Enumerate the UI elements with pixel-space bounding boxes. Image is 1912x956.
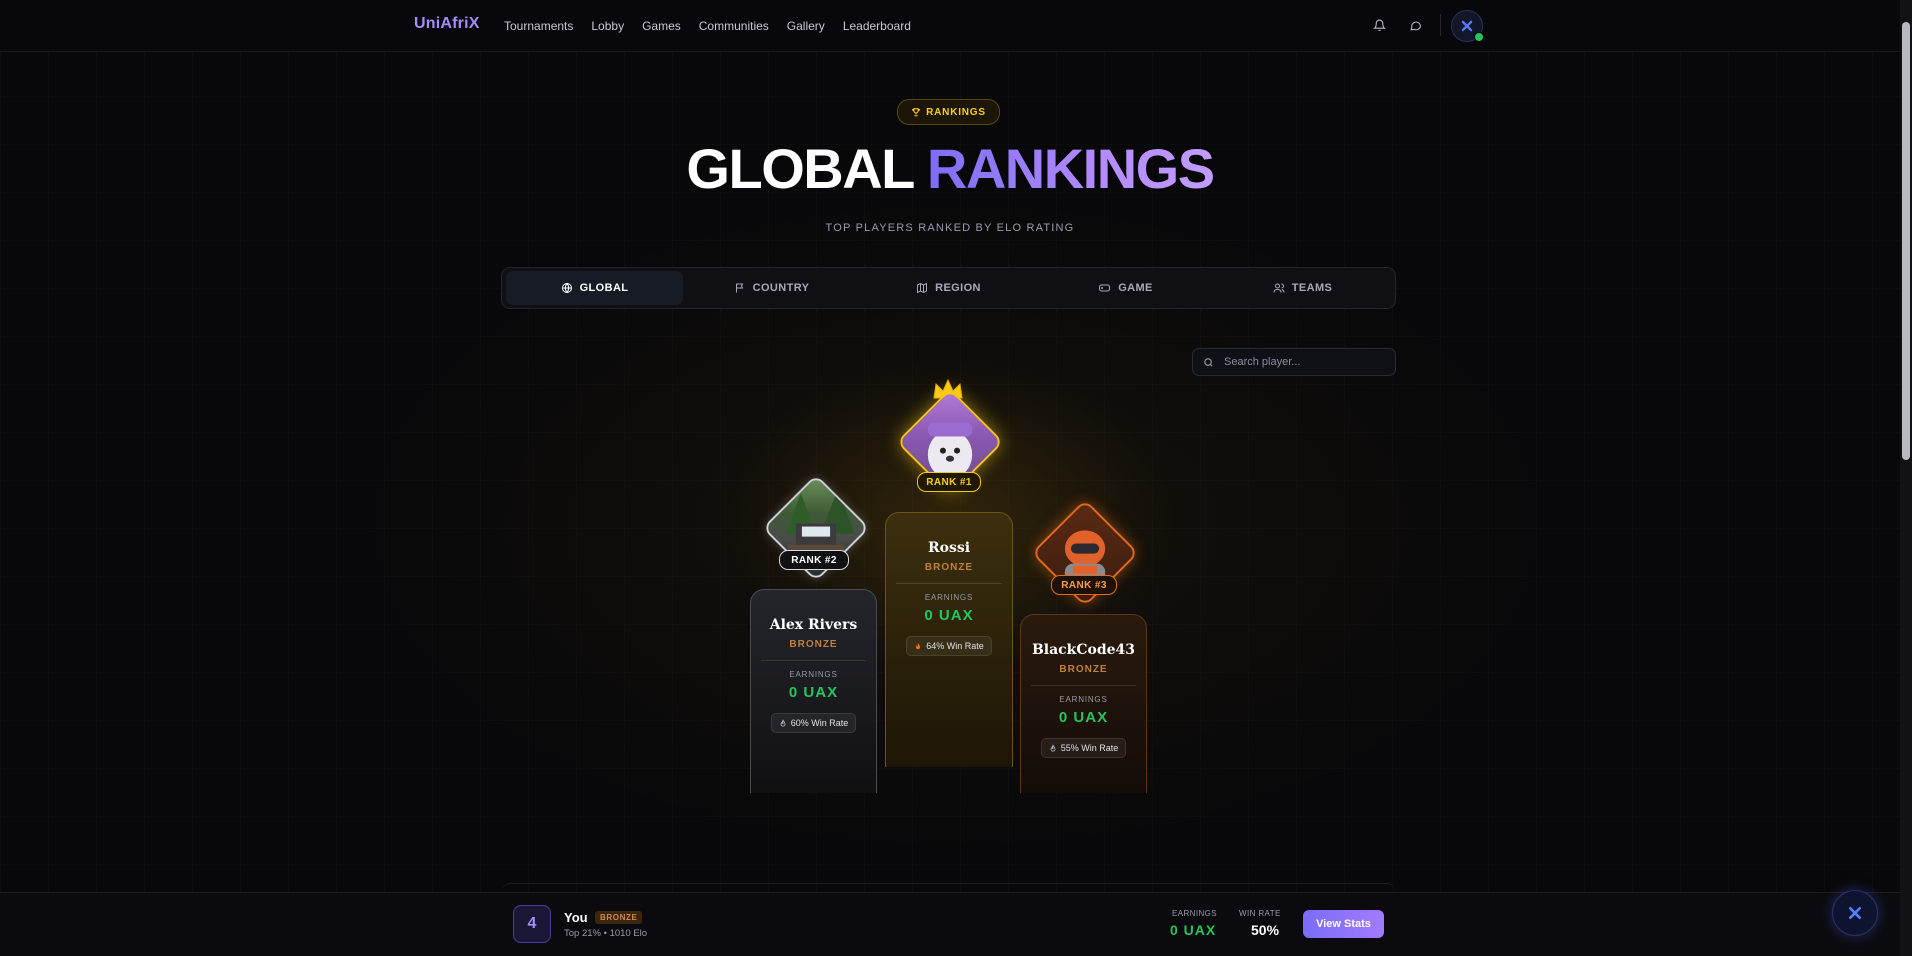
my-earnings-value: 0 UAX: [1170, 922, 1217, 938]
my-rank-number: 4: [513, 905, 551, 943]
rank-tag: RANK #1: [917, 472, 981, 492]
tab-label: TEAMS: [1291, 282, 1333, 294]
win-rate-pill: 60% Win Rate: [770, 713, 857, 733]
tab-label: COUNTRY: [752, 282, 810, 294]
player-name: Alex Rivers: [769, 617, 858, 633]
view-stats-button[interactable]: View Stats: [1303, 910, 1384, 938]
earnings-label: EARNINGS: [789, 670, 838, 679]
chat-icon[interactable]: [1406, 16, 1424, 34]
flame-icon: [780, 718, 786, 727]
scrollbar-thumb[interactable]: [1902, 22, 1910, 460]
badge-label: RANKINGS: [926, 106, 986, 118]
card-divider: [896, 583, 1002, 584]
win-rate-text: 55% Win Rate: [1060, 743, 1119, 753]
avatar-rank-3[interactable]: RANK #3: [1031, 499, 1139, 607]
podium-card-rank-2[interactable]: Alex Rivers BRONZE EARNINGS 0 UAX 60% Wi…: [750, 589, 877, 793]
nav-link-games[interactable]: Games: [642, 19, 681, 33]
player-name: Rossi: [927, 540, 971, 556]
earnings-value: 0 UAX: [1058, 709, 1109, 726]
card-divider: [1031, 685, 1136, 686]
title-word-1: GLOBAL: [686, 137, 914, 200]
nav-link-lobby[interactable]: Lobby: [591, 19, 624, 33]
page-title: GLOBAL RANKINGS: [0, 136, 1900, 202]
x-logo-icon: [1461, 20, 1473, 32]
my-earnings-label: EARNINGS: [1172, 909, 1217, 918]
flame-icon: [1050, 743, 1056, 752]
ranking-tabs: GLOBAL COUNTRY REGION GAME TEAMS: [501, 267, 1396, 309]
tab-label: REGION: [935, 282, 981, 294]
x-logo-icon: [1849, 907, 1861, 919]
rank-tag: RANK #3: [1051, 575, 1117, 595]
tab-region[interactable]: REGION: [860, 271, 1037, 305]
my-name: You: [564, 910, 588, 925]
my-winrate-label: WIN RATE: [1239, 909, 1281, 918]
tab-label: GLOBAL: [579, 282, 629, 294]
player-search[interactable]: [1192, 348, 1396, 376]
nav-links: Tournaments Lobby Games Communities Gall…: [504, 19, 929, 33]
earnings-value: 0 UAX: [924, 607, 974, 624]
map-icon: [917, 282, 928, 294]
podium-card-rank-1[interactable]: Rossi BRONZE EARNINGS 0 UAX 64% Win Rate: [885, 512, 1013, 767]
globe-icon: [561, 283, 572, 293]
flame-icon: [916, 642, 921, 649]
search-icon: [1204, 357, 1213, 367]
gamepad-icon: [1099, 284, 1111, 292]
player-tier: BRONZE: [924, 562, 974, 573]
earnings-value: 0 UAX: [788, 684, 839, 701]
page-subtitle: TOP PLAYERS RANKED BY ELO RATING: [825, 222, 1075, 234]
nav-divider: [1440, 14, 1441, 36]
top-navbar: UniAfriX Tournaments Lobby Games Communi…: [0, 0, 1900, 52]
earnings-label: EARNINGS: [1059, 695, 1108, 704]
my-rank-bar: 4 You BRONZE Top 21% • 1010 Elo EARNINGS…: [0, 892, 1900, 956]
rank-tag: RANK #2: [779, 550, 849, 570]
earnings-label: EARNINGS: [924, 593, 974, 602]
podium-card-rank-3[interactable]: BlackCode43 BRONZE EARNINGS 0 UAX 55% Wi…: [1020, 614, 1147, 793]
bell-icon[interactable]: [1370, 16, 1388, 34]
nav-link-leaderboard[interactable]: Leaderboard: [843, 19, 911, 33]
card-divider: [761, 660, 866, 661]
player-tier: BRONZE: [1059, 664, 1108, 675]
nav-link-communities[interactable]: Communities: [699, 19, 769, 33]
brand-logo[interactable]: UniAfriX: [414, 15, 480, 33]
floating-assistant-button[interactable]: [1832, 890, 1878, 936]
tab-country[interactable]: COUNTRY: [683, 271, 860, 305]
avatar-rank-2[interactable]: RANK #2: [762, 474, 870, 582]
flag-icon: [735, 283, 743, 293]
avatar-rank-1[interactable]: RANK #1: [896, 378, 1004, 498]
win-rate-text: 60% Win Rate: [790, 718, 849, 728]
player-name: BlackCode43: [1031, 642, 1136, 658]
nav-link-tournaments[interactable]: Tournaments: [504, 19, 573, 33]
tab-label: GAME: [1118, 282, 1153, 294]
win-rate-pill: 55% Win Rate: [1040, 738, 1127, 758]
title-word-2: RANKINGS: [926, 137, 1215, 200]
search-input[interactable]: [1222, 355, 1386, 369]
users-icon: [1273, 283, 1285, 293]
player-tier: BRONZE: [789, 639, 838, 650]
win-rate-text: 64% Win Rate: [926, 641, 984, 651]
user-avatar[interactable]: [1451, 10, 1484, 42]
nav-link-gallery[interactable]: Gallery: [787, 19, 825, 33]
tab-teams[interactable]: TEAMS: [1214, 271, 1391, 305]
my-percentile-elo: Top 21% • 1010 Elo: [564, 928, 648, 939]
online-status-dot: [1474, 32, 1484, 42]
tab-game[interactable]: GAME: [1037, 271, 1214, 305]
my-winrate-value: 50%: [1251, 922, 1280, 938]
my-tier-badge: BRONZE: [595, 911, 643, 924]
trophy-icon: [912, 108, 920, 117]
win-rate-pill: 64% Win Rate: [906, 636, 992, 656]
rankings-badge: RANKINGS: [897, 99, 1000, 125]
tab-global[interactable]: GLOBAL: [506, 271, 683, 305]
